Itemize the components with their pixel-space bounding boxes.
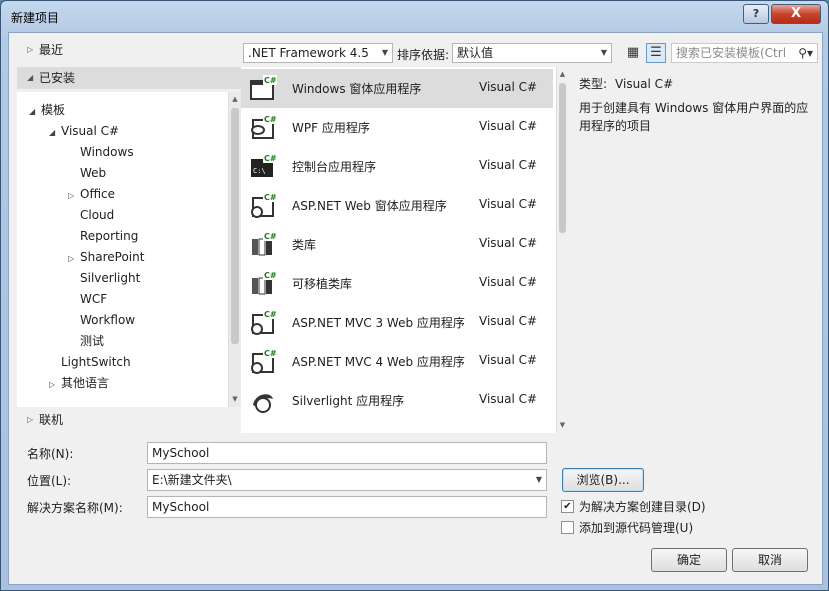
portable-library-icon: C#: [252, 270, 277, 295]
grid-view-icon[interactable]: ▦: [623, 43, 643, 63]
search-icon[interactable]: ⚲▾: [798, 44, 813, 62]
template-type: 类型: Visual C#: [579, 77, 674, 91]
sort-label: 排序依据:: [397, 48, 450, 62]
dialog-client: ▷ 最近 ◢ 已安装 ◢ 模板 ◢ Visual C# Windows Web ▷ O…: [8, 32, 823, 585]
close-button[interactable]: X: [771, 4, 821, 24]
tree-node-office[interactable]: ▷ Office: [68, 184, 115, 204]
svg-text:C#: C#: [264, 193, 277, 202]
template-row[interactable]: C# 可移植类库 Visual C#: [241, 264, 553, 303]
cancel-button[interactable]: 取消: [732, 548, 808, 572]
chevron-down-icon[interactable]: ▼: [536, 470, 542, 490]
name-label: 名称(N):: [27, 447, 74, 461]
expand-arrow-icon: ▷: [27, 45, 34, 54]
collapse-arrow-icon: ◢: [49, 128, 56, 137]
title-bar[interactable]: 新建项目 ? X: [1, 1, 828, 31]
svg-text:C#: C#: [264, 154, 277, 163]
tree-node-windows[interactable]: Windows: [80, 142, 134, 162]
mvc3-icon: C#: [251, 309, 277, 335]
template-row-partial[interactable]: [241, 420, 553, 433]
template-tree-pane: ▷ 最近 ◢ 已安装 ◢ 模板 ◢ Visual C# Windows Web ▷ O…: [17, 33, 242, 433]
sort-select[interactable]: 默认值 ▼: [452, 43, 612, 63]
checkmark-icon[interactable]: ✔: [561, 500, 574, 513]
online-node[interactable]: ▷ 联机: [17, 409, 242, 431]
svg-text:C#: C#: [264, 349, 277, 358]
list-view-icon[interactable]: ☰: [646, 43, 666, 63]
solution-name-label: 解决方案名称(M):: [27, 501, 123, 515]
dialog-title: 新建项目: [11, 11, 60, 25]
template-row[interactable]: C:\ C# 控制台应用程序 Visual C#: [241, 147, 553, 186]
collapse-arrow-icon: ◢: [29, 107, 36, 116]
tree-node-lightswitch[interactable]: LightSwitch: [61, 352, 131, 372]
template-row[interactable]: C# 类库 Visual C#: [241, 225, 553, 264]
template-list: C# Windows 窗体应用程序 Visual C# C# WPF 应用程序 …: [241, 67, 567, 433]
web-form-icon: C#: [251, 192, 277, 218]
tree-scroll-thumb[interactable]: [231, 108, 239, 344]
expand-arrow-icon: ▷: [68, 254, 75, 263]
list-scroll-thumb[interactable]: [559, 83, 566, 233]
silverlight-icon: [253, 394, 273, 413]
class-library-icon: C#: [252, 231, 277, 256]
template-description: 类型: Visual C# 用于创建具有 Windows 窗体用户界面的应用程序的…: [579, 67, 819, 433]
scroll-down-icon[interactable]: ▼: [557, 419, 567, 431]
tree-node-test[interactable]: 测试: [80, 331, 104, 351]
chevron-down-icon: ▼: [381, 48, 388, 57]
collapse-arrow-icon: ◢: [27, 73, 34, 82]
svg-text:C#: C#: [264, 76, 277, 85]
template-row[interactable]: C# ASP.NET MVC 3 Web 应用程序 Visual C#: [241, 303, 553, 342]
scroll-up-icon[interactable]: ▲: [557, 68, 567, 80]
tree-node-workflow[interactable]: Workflow: [80, 310, 135, 330]
ok-button[interactable]: 确定: [651, 548, 727, 572]
wpf-icon: C#: [251, 114, 277, 139]
tree-node-reporting[interactable]: Reporting: [80, 226, 138, 246]
template-row[interactable]: Silverlight 应用程序 Visual C#: [241, 381, 553, 420]
scroll-down-icon[interactable]: ▼: [229, 393, 241, 405]
installed-tree: ◢ 模板 ◢ Visual C# Windows Web ▷ Office Cloud…: [17, 92, 242, 407]
svg-text:C#: C#: [264, 115, 277, 124]
tree-node-wcf[interactable]: WCF: [80, 289, 107, 309]
list-scrollbar[interactable]: ▲ ▼: [556, 67, 567, 433]
tree-node-other-languages[interactable]: ▷ 其他语言: [49, 373, 109, 393]
name-field[interactable]: MySchool: [147, 442, 547, 464]
help-button[interactable]: ?: [743, 4, 769, 24]
template-row[interactable]: C# Windows 窗体应用程序 Visual C#: [241, 69, 553, 108]
tree-node-cloud[interactable]: Cloud: [80, 205, 114, 225]
tree-scrollbar[interactable]: ▲ ▼: [228, 92, 241, 407]
svg-text:C#: C#: [264, 232, 277, 241]
expand-arrow-icon: ▷: [68, 191, 75, 200]
tree-node-templates[interactable]: ◢ 模板: [29, 100, 65, 120]
chevron-down-icon: ▼: [600, 48, 607, 57]
mvc4-icon: C#: [251, 348, 277, 374]
template-row[interactable]: C# ASP.NET Web 窗体应用程序 Visual C#: [241, 186, 553, 225]
location-label: 位置(L):: [27, 474, 72, 488]
tree-node-visual-csharp[interactable]: ◢ Visual C#: [49, 121, 119, 141]
recent-node[interactable]: ▷ 最近: [17, 39, 242, 61]
console-icon: C:\ C#: [251, 153, 277, 177]
solution-name-field[interactable]: MySchool: [147, 496, 547, 518]
framework-select[interactable]: .NET Framework 4.5 ▼: [243, 43, 393, 63]
checkbox-empty[interactable]: [561, 521, 574, 534]
svg-text:C#: C#: [264, 271, 277, 280]
template-toolbar: .NET Framework 4.5 ▼ 排序依据: 默认值 ▼ ▦ ☰ 搜索已安装…: [243, 41, 818, 65]
description-text: 用于创建具有 Windows 窗体用户界面的应用程序的项目: [579, 101, 809, 133]
new-project-dialog: 新建项目 ? X ▷ 最近 ◢ 已安装 ◢ 模板 ◢ Visual C# Windo…: [0, 0, 829, 591]
tree-node-sharepoint[interactable]: ▷ SharePoint: [68, 247, 144, 267]
location-field[interactable]: E:\新建文件夹\ ▼: [147, 469, 547, 491]
windows-form-icon: C#: [250, 75, 277, 100]
svg-text:C:\: C:\: [253, 167, 266, 175]
expand-arrow-icon: ▷: [27, 415, 34, 424]
installed-node[interactable]: ◢ 已安装: [17, 67, 242, 89]
template-row[interactable]: C# ASP.NET MVC 4 Web 应用程序 Visual C#: [241, 342, 553, 381]
scroll-up-icon[interactable]: ▲: [229, 93, 241, 105]
browse-button[interactable]: 浏览(B)...: [562, 468, 644, 492]
template-row[interactable]: C# WPF 应用程序 Visual C#: [241, 108, 553, 147]
svg-text:C#: C#: [264, 310, 277, 319]
expand-arrow-icon: ▷: [49, 380, 56, 389]
search-input[interactable]: 搜索已安装模板(Ctrl ⚲▾: [671, 43, 818, 63]
tree-node-silverlight[interactable]: Silverlight: [80, 268, 140, 288]
tree-node-web[interactable]: Web: [80, 163, 106, 183]
